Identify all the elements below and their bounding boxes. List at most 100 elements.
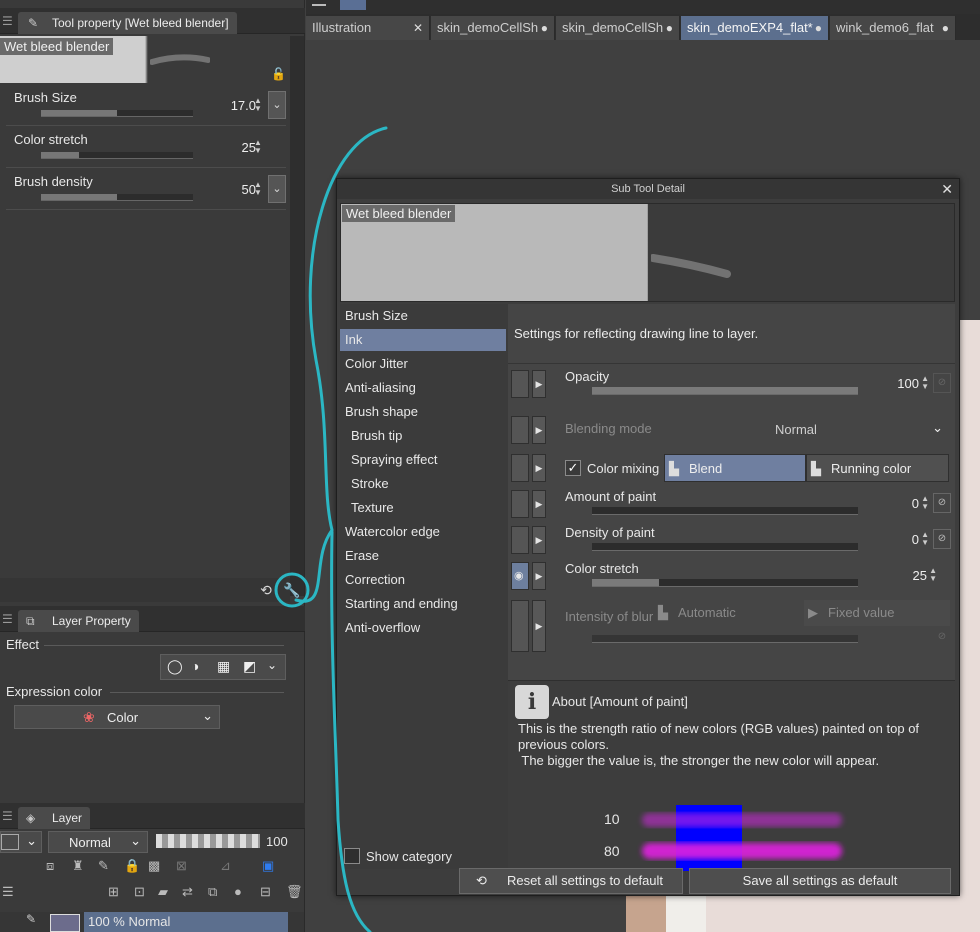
document-tab[interactable]: wink_demo6_flat ● <box>830 16 956 40</box>
document-tab[interactable]: skin_demoEXP4_flat* ● <box>681 16 829 40</box>
spin-icon[interactable]: ▲ ▼ <box>254 181 264 197</box>
expand-arrow-icon[interactable]: ▶ <box>532 562 546 590</box>
layer-tab[interactable]: ◈ Layer <box>18 807 91 829</box>
spin-icon[interactable]: ▲ ▼ <box>921 495 929 511</box>
ruler-icon[interactable]: ⊿ <box>220 858 231 874</box>
category-item[interactable]: Brush Size <box>340 305 506 327</box>
link-toggle[interactable] <box>511 490 529 518</box>
category-item[interactable]: Brush tip <box>340 425 506 447</box>
category-item[interactable]: Correction <box>340 569 506 591</box>
pressure-settings-button[interactable]: ⌄ <box>268 91 286 119</box>
color-icon[interactable]: ▣ <box>262 858 274 874</box>
automatic-option[interactable]: ▙ Automatic <box>656 600 802 626</box>
tool-property-tab[interactable]: ✎ Tool property [Wet bleed blender] <box>18 12 237 34</box>
running-color-option[interactable]: ▙ Running color <box>806 454 949 482</box>
fixed-value-option[interactable]: ▶ Fixed value <box>804 600 950 626</box>
expand-arrow-icon[interactable]: ▶ <box>532 490 546 518</box>
expand-arrow-icon[interactable]: ▶ <box>532 526 546 554</box>
intensity-slider[interactable] <box>592 635 858 643</box>
expression-color-dropdown[interactable]: ❀ Color ⌄ <box>14 705 220 729</box>
color-mixing-checkbox[interactable]: ✓ <box>565 460 581 476</box>
reset-icon[interactable]: ⟲ <box>256 580 276 600</box>
grip-icon[interactable]: ☰ <box>2 606 13 632</box>
tool-prop-slider[interactable] <box>41 152 193 159</box>
category-item[interactable]: Watercolor edge <box>340 521 506 543</box>
tool-prop-value[interactable]: 17.0 <box>216 98 256 113</box>
category-item[interactable]: Texture <box>340 497 506 519</box>
spin-icon[interactable]: ▲ ▼ <box>254 97 264 113</box>
amount-of-paint-slider[interactable] <box>592 507 858 515</box>
tool-prop-value[interactable]: 50 <box>216 182 256 197</box>
effect-dropdown[interactable]: ◯ ◑ ▦ ◩ ⌄ <box>160 654 286 680</box>
new-vector-icon[interactable]: ⊡ <box>134 884 145 900</box>
tool-property-scrollbar[interactable] <box>290 36 304 596</box>
spin-icon[interactable]: ▲ ▼ <box>921 531 929 547</box>
link-toggle[interactable] <box>511 526 529 554</box>
opacity-value[interactable]: 100 <box>879 376 919 391</box>
category-item[interactable]: Brush shape <box>340 401 506 423</box>
menu-icon[interactable]: ☰ <box>2 884 14 900</box>
layer-row[interactable]: ✎ 100 % Normal <box>0 912 304 932</box>
document-tab[interactable]: skin_demoCellSh ● <box>556 16 680 40</box>
lock-icon[interactable]: 🔓 <box>271 67 286 81</box>
close-icon[interactable]: ✕ <box>941 179 953 199</box>
expand-arrow-icon[interactable]: ▶ <box>532 370 546 398</box>
pressure-icon[interactable]: ⊘ <box>933 493 951 513</box>
combine-icon[interactable]: ⧉ <box>208 884 217 900</box>
category-item[interactable]: Erase <box>340 545 506 567</box>
menu-icon[interactable] <box>312 0 326 6</box>
lock-transparent-icon[interactable]: ▩ <box>148 858 160 874</box>
link-toggle[interactable] <box>511 370 529 398</box>
tab-close-icon[interactable]: ● <box>541 16 548 40</box>
expand-arrow-icon[interactable]: ▶ <box>532 416 546 444</box>
expand-arrow-icon[interactable]: ▶ <box>532 600 546 652</box>
reset-all-button[interactable]: ⟲ Reset all settings to default <box>459 868 683 894</box>
tool-prop-slider[interactable] <box>41 194 193 201</box>
category-item[interactable]: Starting and ending <box>340 593 506 615</box>
trash-icon[interactable]: 🗑 <box>286 884 303 900</box>
layer-property-tab[interactable]: ⧉ Layer Property <box>18 610 139 632</box>
layer-color-dropdown[interactable]: ⌄ <box>0 831 42 853</box>
pressure-icon[interactable]: ⊘ <box>933 628 951 648</box>
pressure-icon[interactable]: ⊘ <box>933 529 951 549</box>
blend-mode-dropdown[interactable]: Normal ⌄ <box>48 831 148 853</box>
blending-mode-dropdown[interactable]: Normal ⌄ <box>658 416 950 442</box>
blend-option[interactable]: ▙ Blend <box>664 454 806 482</box>
category-item[interactable]: Spraying effect <box>340 449 506 471</box>
grip-icon[interactable]: ☰ <box>2 803 13 829</box>
draft-icon[interactable]: ✎ <box>98 858 109 874</box>
color-stretch-value[interactable]: 25 <box>887 568 927 583</box>
link-toggle[interactable] <box>511 600 529 652</box>
density-of-paint-value[interactable]: 0 <box>879 532 919 547</box>
mask-icon[interactable]: ⊠ <box>176 858 187 874</box>
lock-icon[interactable]: 🔒 <box>124 858 140 874</box>
category-item[interactable]: Anti-aliasing <box>340 377 506 399</box>
category-item[interactable]: Stroke <box>340 473 506 495</box>
show-category-checkbox[interactable] <box>344 848 360 864</box>
link-toggle[interactable] <box>511 454 529 482</box>
color-stretch-slider[interactable] <box>592 579 858 587</box>
reference-icon[interactable]: ♜ <box>72 858 84 874</box>
eye-toggle[interactable]: ◉ <box>511 562 529 590</box>
tab-close-icon[interactable]: ● <box>666 16 673 40</box>
category-item[interactable]: Anti-overflow <box>340 617 506 639</box>
tab-close-icon[interactable]: ✕ <box>413 16 423 40</box>
transfer-icon[interactable]: ⇄ <box>182 884 193 900</box>
wrench-icon[interactable]: 🔧 <box>282 580 302 600</box>
category-item[interactable]: Color Jitter <box>340 353 506 375</box>
density-of-paint-slider[interactable] <box>592 543 858 551</box>
category-item[interactable]: Ink <box>340 329 506 351</box>
new-raster-icon[interactable]: ⊞ <box>108 884 119 900</box>
pressure-settings-button[interactable]: ⌄ <box>268 175 286 203</box>
grip-icon[interactable]: ☰ <box>2 8 13 34</box>
tool-prop-slider[interactable] <box>41 110 193 117</box>
opacity-slider[interactable] <box>156 834 260 848</box>
expand-arrow-icon[interactable]: ▶ <box>532 454 546 482</box>
tab-close-icon[interactable]: ● <box>942 16 949 40</box>
new-folder-icon[interactable]: ▰ <box>158 884 168 900</box>
spin-icon[interactable]: ▲ ▼ <box>921 375 929 391</box>
spin-icon[interactable]: ▲ ▼ <box>929 567 937 583</box>
tool-prop-value[interactable]: 25 <box>216 140 256 155</box>
canvas-icon[interactable] <box>340 0 366 10</box>
document-tab[interactable]: skin_demoCellSh ● <box>431 16 555 40</box>
